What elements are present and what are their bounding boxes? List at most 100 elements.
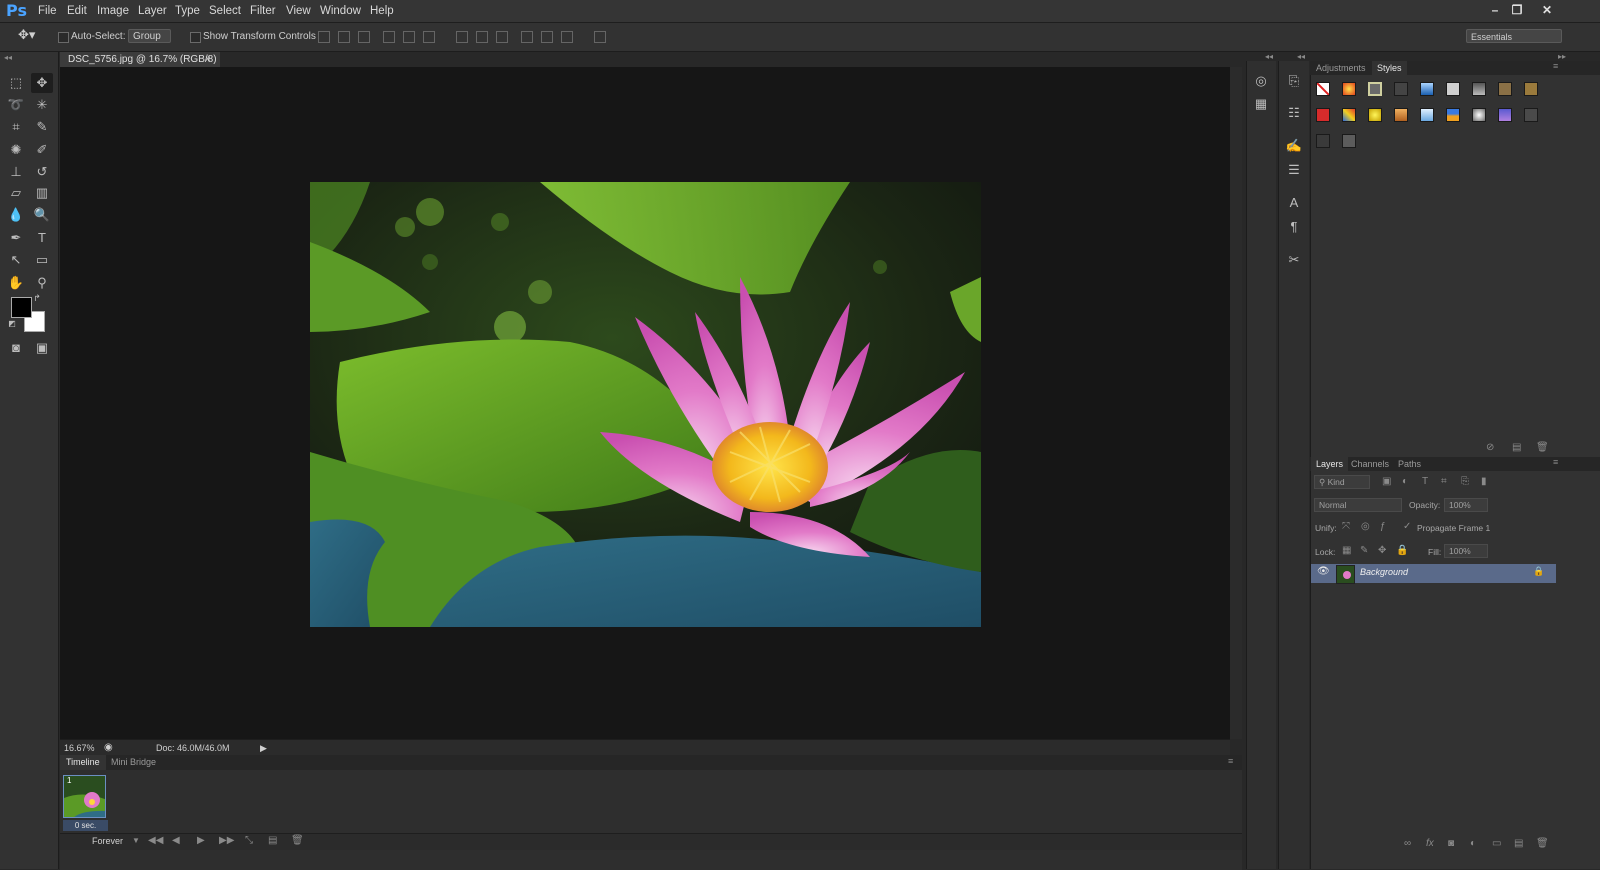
healing-brush-tool-icon[interactable]: ✺ bbox=[5, 140, 27, 160]
style-swatch-15[interactable] bbox=[1446, 108, 1460, 122]
layer-style-fx-icon[interactable]: fx bbox=[1426, 838, 1434, 849]
distribute-bottom-icon[interactable] bbox=[496, 31, 508, 43]
align-top-icon[interactable] bbox=[318, 31, 330, 43]
style-swatch-14[interactable] bbox=[1420, 108, 1434, 122]
delete-style-icon[interactable]: 🗑 bbox=[1536, 442, 1549, 453]
unify-style-icon[interactable]: ƒ bbox=[1380, 521, 1386, 532]
style-swatch-19[interactable] bbox=[1316, 134, 1330, 148]
status-info-icon[interactable]: ◉ bbox=[104, 740, 113, 756]
filter-pixel-icon[interactable]: ▣ bbox=[1382, 476, 1391, 487]
3d-icon[interactable]: ◎ bbox=[1251, 71, 1271, 91]
fill-input[interactable]: 100% bbox=[1444, 544, 1488, 558]
blend-mode-dropdown[interactable]: Normal bbox=[1314, 498, 1402, 512]
grid-icon[interactable]: ▦ bbox=[1251, 94, 1271, 114]
distribute-top-icon[interactable] bbox=[456, 31, 468, 43]
tab-layers[interactable]: Layers bbox=[1311, 457, 1349, 471]
eyedropper-tool-icon[interactable]: ✎ bbox=[31, 117, 53, 137]
filter-adjustment-icon[interactable]: ◐ bbox=[1402, 476, 1408, 487]
filter-toggle-icon[interactable]: ▮ bbox=[1481, 476, 1487, 487]
style-swatch-8[interactable] bbox=[1498, 82, 1512, 96]
tab-timeline[interactable]: Timeline bbox=[60, 755, 106, 770]
distribute-vcenter-icon[interactable] bbox=[476, 31, 488, 43]
styles-panel-menu-icon[interactable]: ≡ bbox=[1553, 61, 1558, 71]
tab-mini-bridge[interactable]: Mini Bridge bbox=[111, 755, 156, 770]
eraser-tool-icon[interactable]: ▱ bbox=[5, 183, 27, 203]
menu-file[interactable]: File bbox=[38, 0, 57, 22]
layers-panel-menu-icon[interactable]: ≡ bbox=[1553, 457, 1558, 467]
blur-tool-icon[interactable]: 💧 bbox=[5, 205, 27, 225]
menu-image[interactable]: Image bbox=[97, 0, 129, 22]
style-swatch-13[interactable] bbox=[1394, 108, 1408, 122]
tab-paths[interactable]: Paths bbox=[1398, 457, 1421, 471]
lock-all-icon[interactable]: 🔒 bbox=[1396, 545, 1408, 556]
style-swatch-4[interactable] bbox=[1394, 82, 1408, 96]
menu-view[interactable]: View bbox=[286, 0, 311, 22]
menu-select[interactable]: Select bbox=[209, 0, 241, 22]
new-layer-icon[interactable]: ▤ bbox=[1514, 838, 1523, 849]
distribute-hcenter-icon[interactable] bbox=[541, 31, 553, 43]
status-menu-arrow-icon[interactable]: ▶ bbox=[260, 740, 267, 756]
auto-align-icon[interactable] bbox=[594, 31, 606, 43]
unify-position-icon[interactable]: ⤧ bbox=[1342, 521, 1350, 532]
layer-visibility-eye-icon[interactable]: 👁 bbox=[1317, 566, 1330, 577]
document-image[interactable] bbox=[310, 182, 981, 627]
style-swatch-2[interactable] bbox=[1342, 82, 1356, 96]
type-tool-icon[interactable]: T bbox=[31, 228, 53, 248]
zoom-level[interactable]: 16.67% bbox=[64, 740, 95, 756]
loop-arrow-icon[interactable]: ▼ bbox=[132, 833, 140, 849]
properties-icon[interactable]: ☷ bbox=[1284, 103, 1304, 123]
tab-channels[interactable]: Channels bbox=[1351, 457, 1389, 471]
history-icon[interactable]: ⎘ bbox=[1284, 71, 1304, 91]
panel-collapse-icon[interactable]: ▸▸ bbox=[1558, 52, 1566, 61]
move-tool-preset-icon[interactable]: ✥▾ bbox=[18, 27, 35, 43]
brush-tool-icon[interactable]: ✐ bbox=[31, 140, 53, 160]
filter-type-icon[interactable]: T bbox=[1422, 476, 1428, 487]
menu-help[interactable]: Help bbox=[370, 0, 394, 22]
style-swatch-6[interactable] bbox=[1446, 82, 1460, 96]
previous-frame-icon[interactable]: ◀ bbox=[172, 833, 180, 849]
canvas-vertical-scrollbar[interactable] bbox=[1230, 67, 1242, 739]
paragraph-icon[interactable]: ¶ bbox=[1284, 217, 1304, 237]
magic-wand-tool-icon[interactable]: ✳ bbox=[31, 95, 53, 115]
adjust-sliders-icon[interactable]: ☰ bbox=[1284, 160, 1304, 180]
document-tab-close-icon[interactable]: × bbox=[205, 52, 211, 67]
first-frame-icon[interactable]: ◀◀ bbox=[148, 833, 163, 849]
foreground-color-swatch[interactable] bbox=[11, 297, 32, 318]
style-swatch-10[interactable] bbox=[1316, 108, 1330, 122]
style-swatch-20[interactable] bbox=[1342, 134, 1356, 148]
unify-visibility-icon[interactable]: ◎ bbox=[1361, 521, 1370, 532]
strip2-collapse-icon[interactable]: ◂◂ bbox=[1297, 52, 1305, 61]
lasso-tool-icon[interactable]: ➰ bbox=[5, 95, 27, 115]
style-swatch-17[interactable] bbox=[1498, 108, 1512, 122]
menu-filter[interactable]: Filter bbox=[250, 0, 276, 22]
timeline-panel-menu-icon[interactable]: ≡ bbox=[1228, 756, 1233, 766]
hand-tool-icon[interactable]: ✋ bbox=[5, 273, 27, 293]
align-bottom-icon[interactable] bbox=[358, 31, 370, 43]
swap-colors-icon[interactable]: ↱ bbox=[30, 292, 44, 304]
frame-delay-dropdown[interactable]: 0 sec. bbox=[63, 820, 108, 831]
style-swatch-7[interactable] bbox=[1472, 82, 1486, 96]
new-group-icon[interactable]: ▭ bbox=[1492, 838, 1501, 849]
layer-filter-kind-dropdown[interactable]: ⚲ Kind bbox=[1314, 475, 1370, 489]
rectangle-tool-icon[interactable]: ▭ bbox=[31, 250, 53, 270]
filter-shape-icon[interactable]: ⌗ bbox=[1441, 476, 1447, 487]
style-none-swatch[interactable] bbox=[1316, 82, 1330, 96]
distribute-left-icon[interactable] bbox=[521, 31, 533, 43]
character-icon[interactable]: A bbox=[1284, 193, 1304, 213]
lock-position-icon[interactable]: ✥ bbox=[1378, 545, 1386, 556]
add-mask-icon[interactable]: ◙ bbox=[1448, 838, 1454, 849]
auto-select-checkbox[interactable] bbox=[58, 32, 69, 43]
tab-adjustments[interactable]: Adjustments bbox=[1316, 61, 1366, 75]
style-swatch-5[interactable] bbox=[1420, 82, 1434, 96]
loop-dropdown[interactable]: Forever bbox=[92, 833, 123, 849]
style-swatch-11[interactable] bbox=[1342, 108, 1356, 122]
align-right-icon[interactable] bbox=[423, 31, 435, 43]
tool-presets-icon[interactable]: ✂ bbox=[1284, 250, 1304, 270]
quick-mask-icon[interactable]: ◙ bbox=[5, 338, 27, 358]
document-tab[interactable]: DSC_5756.jpg @ 16.7% (RGB/8) bbox=[60, 52, 220, 67]
delete-layer-icon[interactable]: 🗑 bbox=[1536, 838, 1549, 849]
tween-icon[interactable]: ⤡ bbox=[245, 833, 253, 849]
align-hcenter-icon[interactable] bbox=[403, 31, 415, 43]
style-swatch-12[interactable] bbox=[1368, 108, 1382, 122]
menu-edit[interactable]: Edit bbox=[67, 0, 87, 22]
